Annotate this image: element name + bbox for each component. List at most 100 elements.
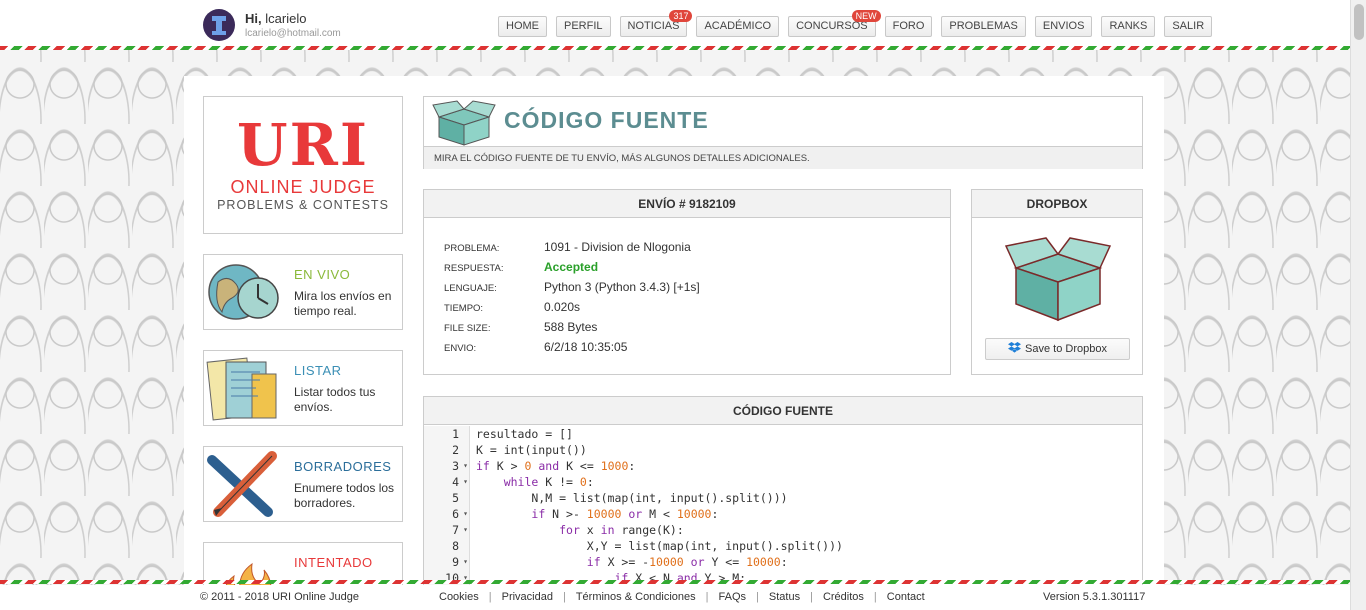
- save-to-dropbox-button[interactable]: Save to Dropbox: [985, 338, 1130, 360]
- detail-row: LENGUAJE: Python 3 (Python 3.4.3) [+1s]: [444, 280, 924, 300]
- avatar[interactable]: [203, 9, 235, 41]
- code-line: 9 ▾ if X >= -10000 or Y <= 10000:: [424, 554, 1142, 570]
- nav-ranks-button[interactable]: RANKS: [1101, 16, 1156, 37]
- fold-toggle-icon[interactable]: ▾: [463, 554, 468, 570]
- footer-separator: |: [488, 591, 492, 603]
- code-line: 3 ▾ if K > 0 and K <= 1000:: [424, 458, 1142, 474]
- code-text: X,Y = list(map(int, input().split())): [476, 539, 843, 553]
- submission-header: ENVÍO # 9182109: [424, 190, 950, 218]
- main-nav: HOME PERFIL NOTICIAS 317 ACADÉMICO CONCURSOS N…: [498, 10, 1213, 37]
- detail-key: RESPUESTA:: [444, 263, 504, 274]
- sidebar-item-en-vivo[interactable]: EN VIVO Mira los envíos en tiempo real.: [203, 254, 403, 330]
- detail-row: FILE SIZE: 588 Bytes: [444, 320, 924, 340]
- open-box-icon: [432, 100, 496, 146]
- sidebar-item-borradores[interactable]: BORRADORES Enumere todos los borradores.: [203, 446, 403, 522]
- detail-value: 6/2/18 10:35:05: [544, 340, 628, 354]
- footer-link[interactable]: Cookies: [439, 591, 479, 603]
- footer-separator: |: [756, 591, 759, 603]
- footer-link[interactable]: Status: [769, 591, 800, 603]
- line-number: 5: [424, 490, 470, 506]
- user-greeting: Hi, lcarielo: [245, 11, 307, 26]
- footer-links: Cookies | Privacidad | Términos & Condicione…: [439, 591, 925, 603]
- code-text: if X >= -10000 or Y <= 10000:: [586, 555, 788, 569]
- decorative-stripe-top: [0, 46, 1350, 50]
- detail-row: PROBLEMA: 1091 - Division de Nlogonia: [444, 240, 924, 260]
- nav-academico-button[interactable]: ACADÉMICO: [696, 16, 780, 37]
- footer-link[interactable]: Créditos: [823, 591, 864, 603]
- code-text: if K > 0 and K <= 1000:: [476, 459, 636, 473]
- code-line: 4 ▾ while K != 0:: [424, 474, 1142, 490]
- detail-key: TIEMPO:: [444, 303, 484, 314]
- fold-toggle-icon[interactable]: ▾: [463, 522, 468, 538]
- detail-row: RESPUESTA: Accepted: [444, 260, 924, 280]
- nav-problemas-button[interactable]: PROBLEMAS: [941, 16, 1026, 37]
- fold-toggle-icon[interactable]: ▾: [463, 506, 468, 522]
- copyright: © 2011 - 2018 URI Online Judge: [200, 591, 359, 603]
- submission-panel: ENVÍO # 9182109 PROBLEMA: 1091 - Division…: [423, 189, 951, 375]
- code-editor[interactable]: 1 resultado = [] 2 K = int(input()) 3 ▾ if K >…: [424, 426, 1142, 586]
- code-line: 6 ▾ if N >- 10000 or M < 10000:: [424, 506, 1142, 522]
- page-header: CÓDIGO FUENTE MIRA EL CÓDIGO FUENTE DE T…: [423, 96, 1143, 169]
- code-line: 2 K = int(input()): [424, 442, 1142, 458]
- line-number: 1: [424, 426, 470, 442]
- detail-row: ENVIO: 6/2/18 10:35:05: [444, 340, 924, 360]
- version-label: Version 5.3.1.301117: [1043, 591, 1146, 603]
- dropbox-header: DROPBOX: [972, 190, 1142, 218]
- code-text: while K != 0:: [503, 475, 594, 489]
- line-number: 6 ▾: [424, 506, 470, 522]
- decorative-stripe-bottom: [0, 580, 1350, 584]
- footer-separator: |: [562, 591, 566, 603]
- sidebar-item-title: INTENTADO: [294, 555, 373, 570]
- page-scrollbar[interactable]: [1350, 0, 1366, 610]
- nav-salir-button[interactable]: SALIR: [1164, 16, 1213, 37]
- source-code-panel: CÓDIGO FUENTE 1 resultado = [] 2 K = int(in…: [423, 396, 1143, 586]
- uri-logo[interactable]: URI ONLINE JUDGE PROBLEMS & CONTESTS: [203, 96, 403, 234]
- code-text: K = int(input()): [476, 443, 587, 457]
- detail-row: TIEMPO: 0.020s: [444, 300, 924, 320]
- code-text: if N >- 10000 or M < 10000:: [531, 507, 719, 521]
- scrollbar-thumb[interactable]: [1354, 4, 1364, 40]
- sidebar-item-listar[interactable]: LISTAR Listar todos tus envíos.: [203, 350, 403, 426]
- user-email: lcarielo@hotmail.com: [245, 28, 341, 39]
- sidebar-item-desc: Enumere todos los borradores.: [294, 481, 395, 510]
- fold-toggle-icon[interactable]: ▾: [463, 458, 468, 474]
- code-text: N,M = list(map(int, input().split())): [476, 491, 788, 505]
- pencil-icon: [207, 451, 277, 517]
- sidebar-item-desc: Mira los envíos en tiempo real.: [294, 289, 392, 318]
- footer-link[interactable]: Contact: [887, 591, 925, 603]
- nav-noticias-button[interactable]: NOTICIAS 317: [619, 10, 693, 37]
- detail-value: 588 Bytes: [544, 320, 598, 334]
- submission-details: PROBLEMA: 1091 - Division de Nlogonia RESP…: [444, 240, 924, 360]
- sidebar-item-title: LISTAR: [294, 363, 342, 378]
- nav-envios-button[interactable]: ENVIOS: [1034, 16, 1093, 37]
- sidebar-item-title: EN VIVO: [294, 267, 351, 282]
- code-line: 7 ▾ for x in range(K):: [424, 522, 1142, 538]
- detail-key: ENVIO:: [444, 343, 477, 354]
- nav-perfil-button[interactable]: PERFIL: [556, 16, 611, 37]
- code-text: resultado = []: [476, 427, 573, 441]
- nav-foro-button[interactable]: FORO: [884, 16, 933, 37]
- code-line: 5 N,M = list(map(int, input().split())): [424, 490, 1142, 506]
- page-title: CÓDIGO FUENTE: [504, 107, 709, 133]
- sidebar-item-title: BORRADORES: [294, 459, 392, 474]
- detail-value: Python 3 (Python 3.4.3) [+1s]: [544, 280, 700, 294]
- nav-home-button[interactable]: HOME: [498, 16, 547, 37]
- page-subtitle: MIRA EL CÓDIGO FUENTE DE TU ENVÍO, MÁS A…: [424, 146, 1142, 169]
- footer: © 2011 - 2018 URI Online Judge Cookies | P…: [0, 585, 1350, 610]
- detail-value: 1091 - Division de Nlogonia: [544, 240, 691, 254]
- nav-badge: 317: [669, 10, 693, 22]
- code-line: 1 resultado = []: [424, 426, 1142, 442]
- fold-toggle-icon[interactable]: ▾: [463, 474, 468, 490]
- detail-key: LENGUAJE:: [444, 283, 497, 294]
- footer-link[interactable]: FAQs: [719, 591, 747, 603]
- dropbox-box-icon: [1004, 237, 1112, 322]
- detail-key: FILE SIZE:: [444, 323, 491, 334]
- footer-link[interactable]: Términos & Condiciones: [576, 591, 696, 603]
- main-content: URI ONLINE JUDGE PROBLEMS & CONTESTS EN …: [184, 76, 1164, 586]
- line-number: 2: [424, 442, 470, 458]
- detail-key: PROBLEMA:: [444, 243, 500, 254]
- dropbox-panel: DROPBOX Save to Dropbox: [971, 189, 1143, 375]
- footer-link[interactable]: Privacidad: [502, 591, 553, 603]
- nav-concursos-button[interactable]: CONCURSOS NEW: [788, 10, 881, 37]
- line-number: 8: [424, 538, 470, 554]
